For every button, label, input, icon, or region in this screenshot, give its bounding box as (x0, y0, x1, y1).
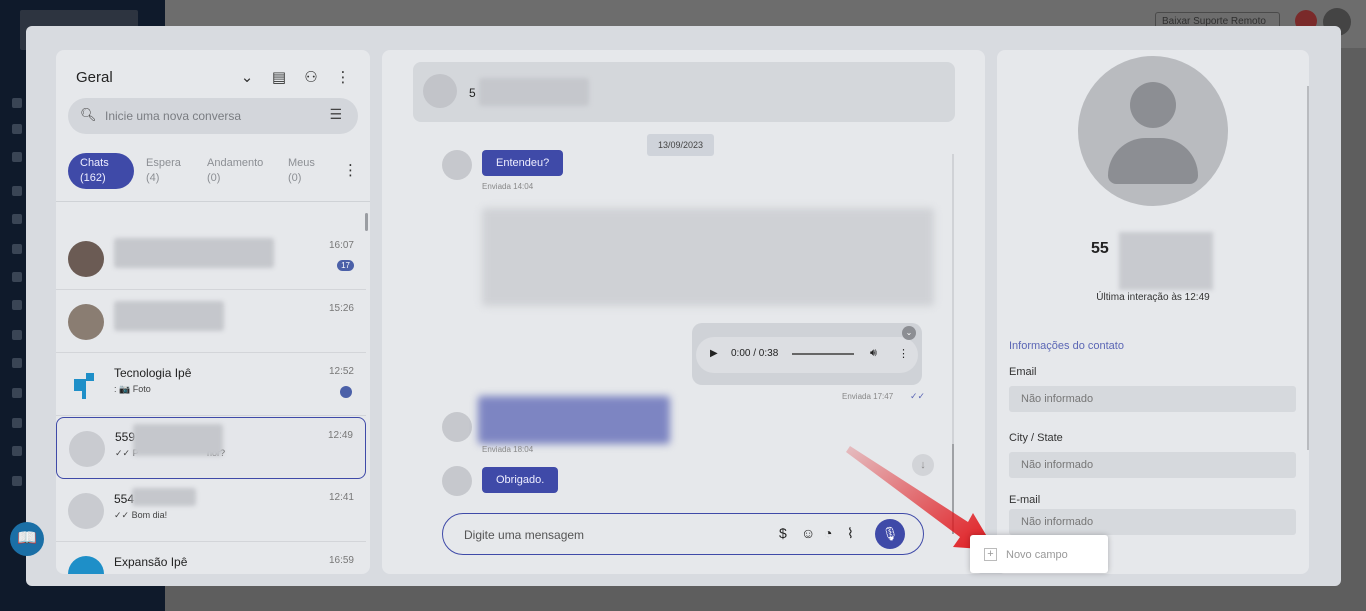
red-arrow-annotation (846, 446, 995, 550)
add-field-button[interactable]: + Novo campo (970, 535, 1108, 573)
plus-icon: + (984, 548, 997, 561)
